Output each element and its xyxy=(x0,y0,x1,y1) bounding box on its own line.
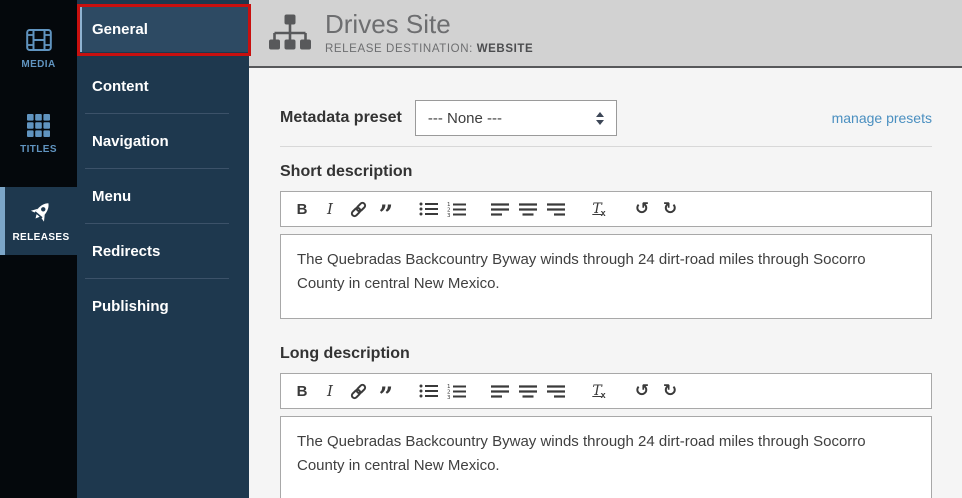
ordered-list-button[interactable]: 1 2 3 xyxy=(443,377,471,405)
link-icon xyxy=(349,200,368,219)
align-left-icon xyxy=(490,202,510,216)
undo-button[interactable]: ↺ xyxy=(628,377,656,405)
undo-icon: ↺ xyxy=(634,199,650,219)
svg-text:3: 3 xyxy=(447,395,451,399)
bold-icon: B xyxy=(296,382,308,400)
short-description-editor[interactable]: The Quebradas Backcountry Byway winds th… xyxy=(280,234,932,319)
ordered-list-icon: 1 2 3 xyxy=(447,202,467,217)
nav-item-label: Navigation xyxy=(92,132,169,150)
bold-button[interactable]: B xyxy=(288,377,316,405)
section-heading: Long description xyxy=(280,345,410,362)
align-center-button[interactable] xyxy=(514,195,542,223)
sidebar-item-titles[interactable]: TITLES xyxy=(0,102,77,166)
rich-text-toolbar: B I ” 1 2 3 T x ↺ ↻ xyxy=(280,373,932,411)
film-icon xyxy=(25,28,52,52)
page-title: Drives Site xyxy=(325,9,451,40)
align-center-button[interactable] xyxy=(514,377,542,405)
link-button[interactable] xyxy=(344,195,372,223)
undo-icon: ↺ xyxy=(634,381,650,401)
sidebar-item-label: TITLES xyxy=(20,143,57,155)
align-right-button[interactable] xyxy=(542,377,570,405)
link-button[interactable] xyxy=(344,377,372,405)
short-description-section: Short description B I ” 1 2 3 T x ↺ ↻ Th… xyxy=(280,163,932,319)
section-heading: Short description xyxy=(280,163,413,180)
blockquote-button[interactable]: ” xyxy=(372,377,400,411)
sidebar-item-label: RELEASES xyxy=(12,232,70,243)
rich-text-toolbar: B I ” 1 2 3 T x ↺ ↻ xyxy=(280,191,932,229)
redo-button[interactable]: ↻ xyxy=(656,377,684,405)
sitemap-icon xyxy=(268,13,312,53)
metadata-preset-label: Metadata preset xyxy=(280,109,402,126)
bold-icon: B xyxy=(296,200,308,218)
secondary-sidebar: General Content Navigation Menu Redirect… xyxy=(77,0,249,498)
selected-option: --- None --- xyxy=(427,109,502,127)
unordered-list-button[interactable] xyxy=(415,195,443,223)
ordered-list-button[interactable]: 1 2 3 xyxy=(443,195,471,223)
metadata-preset-row: Metadata preset --- None --- manage pres… xyxy=(280,100,932,136)
nav-item-label: Content xyxy=(92,77,149,95)
metadata-preset-select[interactable]: --- None --- xyxy=(414,100,617,136)
long-description-editor[interactable]: The Quebradas Backcountry Byway winds th… xyxy=(280,416,932,498)
release-destination-value: WEBSITE xyxy=(476,42,534,55)
grid-icon xyxy=(27,113,50,137)
clear-formatting-button[interactable]: Tx xyxy=(585,377,613,405)
long-description-section: Long description B I ” 1 2 3 T x ↺ ↻ The… xyxy=(280,345,932,498)
primary-sidebar: MEDIA TITLES RELEASES xyxy=(0,0,77,498)
unordered-list-icon xyxy=(419,384,439,398)
page-header: Drives Site RELEASE DESTINATION: WEBSITE xyxy=(249,0,962,68)
nav-item-navigation[interactable]: Navigation xyxy=(77,114,249,168)
clear-formatting-button[interactable]: Tx xyxy=(585,195,613,223)
align-left-button[interactable] xyxy=(486,195,514,223)
unordered-list-button[interactable] xyxy=(415,377,443,405)
select-arrows-icon xyxy=(595,111,604,125)
align-center-icon xyxy=(518,384,538,398)
align-right-icon xyxy=(546,384,566,398)
blockquote-icon: ” xyxy=(378,381,394,411)
sidebar-item-label: MEDIA xyxy=(21,59,56,70)
nav-item-menu[interactable]: Menu xyxy=(77,169,249,223)
italic-icon: I xyxy=(327,200,333,218)
blockquote-button[interactable]: ” xyxy=(372,195,400,229)
nav-item-content[interactable]: Content xyxy=(77,59,249,113)
italic-button[interactable]: I xyxy=(316,195,344,223)
rocket-icon xyxy=(28,199,54,225)
ordered-list-icon: 1 2 3 xyxy=(447,384,467,399)
main-area: Drives Site RELEASE DESTINATION: WEBSITE… xyxy=(249,0,962,498)
italic-icon: I xyxy=(327,382,333,400)
redo-icon: ↻ xyxy=(662,199,678,219)
undo-button[interactable]: ↺ xyxy=(628,195,656,223)
header-titles: Drives Site RELEASE DESTINATION: WEBSITE xyxy=(325,9,533,55)
content-panel: Metadata preset --- None --- manage pres… xyxy=(249,68,962,498)
nav-item-label: Redirects xyxy=(92,242,161,260)
nav-item-publishing[interactable]: Publishing xyxy=(77,279,249,333)
release-destination: RELEASE DESTINATION: WEBSITE xyxy=(325,43,533,55)
bold-button[interactable]: B xyxy=(288,195,316,223)
nav-item-label: Menu xyxy=(92,187,132,205)
blockquote-icon: ” xyxy=(378,199,394,229)
align-right-icon xyxy=(546,202,566,216)
section-divider xyxy=(280,146,932,147)
italic-button[interactable]: I xyxy=(316,377,344,405)
svg-text:3: 3 xyxy=(447,213,451,217)
manage-presets-link[interactable]: manage presets xyxy=(832,110,932,126)
sidebar-item-releases[interactable]: RELEASES xyxy=(0,187,77,255)
nav-item-label: General xyxy=(92,21,148,38)
app-window: MEDIA TITLES RELEASES General Content Na… xyxy=(0,0,962,498)
align-center-icon xyxy=(518,202,538,216)
nav-item-general[interactable]: General xyxy=(77,7,249,52)
redo-button[interactable]: ↻ xyxy=(656,195,684,223)
unordered-list-icon xyxy=(419,202,439,216)
redo-icon: ↻ xyxy=(662,381,678,401)
align-right-button[interactable] xyxy=(542,195,570,223)
sidebar-item-media[interactable]: MEDIA xyxy=(0,17,77,81)
nav-item-redirects[interactable]: Redirects xyxy=(77,224,249,278)
align-left-button[interactable] xyxy=(486,377,514,405)
link-icon xyxy=(349,382,368,401)
release-destination-label: RELEASE DESTINATION: xyxy=(325,42,473,55)
align-left-icon xyxy=(490,384,510,398)
nav-item-label: Publishing xyxy=(92,297,169,315)
